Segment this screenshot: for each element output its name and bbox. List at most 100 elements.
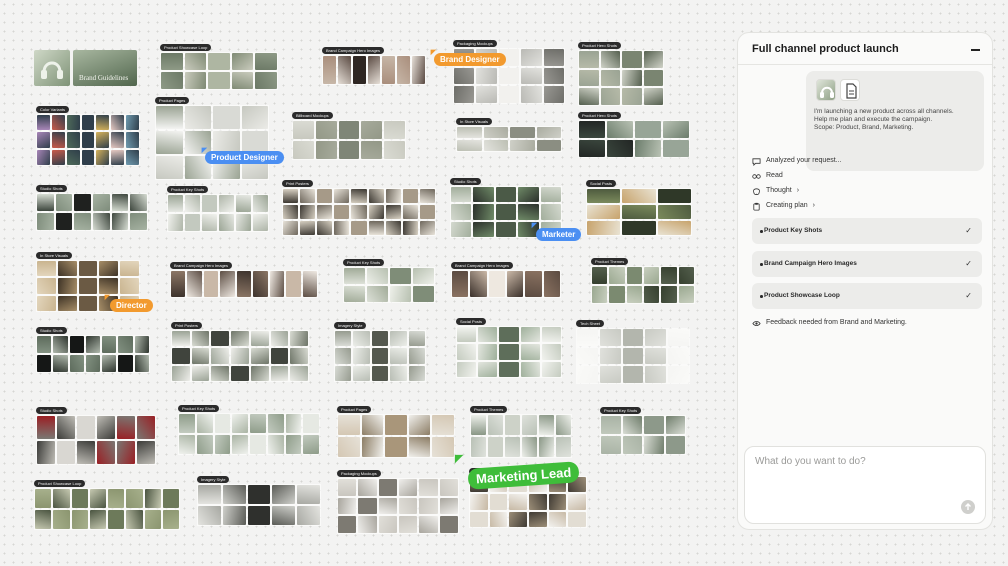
thumbnail[interactable] — [457, 140, 482, 151]
thumbnail[interactable] — [385, 437, 407, 457]
thumbnail[interactable] — [111, 115, 125, 131]
thumbnail[interactable] — [317, 221, 333, 235]
thumbnail[interactable] — [399, 479, 418, 496]
thumbnail[interactable] — [66, 115, 80, 131]
thumbnail[interactable] — [35, 510, 52, 529]
thumbnail[interactable] — [478, 327, 498, 343]
thumbnail[interactable] — [111, 149, 125, 165]
thumbnail[interactable] — [609, 286, 625, 303]
thumbnail[interactable] — [622, 88, 642, 105]
task-card-product-key-shots[interactable]: Product Key Shots ✓ — [752, 218, 982, 244]
thumbnail[interactable] — [293, 141, 314, 159]
thumbnail[interactable] — [134, 336, 149, 353]
thumbnail[interactable] — [37, 441, 55, 464]
canvas[interactable]: Brand Guidelines Product Showcase Loop Br… — [0, 0, 730, 566]
thumbnail[interactable] — [161, 53, 183, 70]
thumbnail[interactable] — [419, 479, 438, 496]
thumbnail[interactable] — [419, 205, 435, 219]
board-imagery-style[interactable]: Imagery Style — [334, 322, 426, 382]
thumbnail[interactable] — [53, 489, 70, 508]
thumbnail[interactable] — [439, 479, 458, 496]
thumbnail[interactable] — [488, 271, 505, 297]
thumbnail[interactable] — [520, 344, 540, 360]
thumbnail[interactable] — [385, 205, 401, 219]
thumbnail[interactable] — [476, 86, 497, 103]
thumbnail[interactable] — [137, 416, 155, 439]
board-brand-campaign-hero-images[interactable]: Brand Campaign Hero Images — [170, 262, 318, 298]
thumbnail[interactable] — [71, 510, 88, 529]
thumbnail[interactable] — [489, 511, 508, 527]
board-product-hero-shots[interactable]: Product Hero Shots — [578, 112, 690, 158]
send-button[interactable] — [961, 500, 975, 514]
board-in-store-visuals[interactable]: In Store Visuals — [456, 118, 562, 152]
thumbnail[interactable] — [156, 106, 183, 129]
thumbnail[interactable] — [126, 132, 139, 148]
thumbnail[interactable] — [643, 51, 663, 68]
thumbnail[interactable] — [661, 267, 677, 284]
thumbnail[interactable] — [334, 205, 350, 219]
thumbnail[interactable] — [390, 286, 411, 302]
thumbnail[interactable] — [635, 121, 661, 138]
thumbnail[interactable] — [283, 205, 299, 219]
thumbnail[interactable] — [250, 414, 266, 433]
status-thought[interactable]: Thought › — [752, 186, 799, 196]
thumbnail[interactable] — [117, 441, 135, 464]
thumbnail[interactable] — [253, 271, 268, 297]
thumbnail[interactable] — [335, 365, 352, 381]
thumbnail[interactable] — [162, 510, 179, 529]
thumbnail[interactable] — [126, 489, 143, 508]
thumbnail[interactable] — [144, 489, 161, 508]
thumbnail[interactable] — [399, 516, 418, 533]
thumbnail[interactable] — [78, 261, 98, 277]
thumbnail[interactable] — [134, 355, 149, 372]
thumbnail[interactable] — [37, 213, 54, 230]
board-color-variants[interactable]: Color Variants — [36, 106, 140, 166]
board-product-showcase-loop[interactable]: Product Showcase Loop — [160, 44, 278, 90]
thumbnail[interactable] — [543, 67, 564, 85]
thumbnail[interactable] — [509, 494, 527, 510]
thumbnail[interactable] — [408, 331, 425, 347]
thumbnail[interactable] — [507, 271, 524, 297]
thumbnail[interactable] — [577, 329, 598, 346]
thumbnail[interactable] — [120, 261, 139, 277]
thumbnail[interactable] — [371, 365, 389, 381]
board-brand-campaign-hero-images[interactable]: Brand Campaign Hero Images — [451, 262, 561, 298]
thumbnail[interactable] — [657, 205, 691, 219]
thumbnail[interactable] — [579, 140, 605, 157]
thumbnail[interactable] — [247, 485, 271, 504]
thumbnail[interactable] — [601, 436, 621, 454]
thumbnail[interactable] — [457, 127, 482, 138]
thumbnail[interactable] — [478, 361, 498, 377]
brand-guidelines-tile[interactable]: Brand Guidelines — [73, 50, 137, 86]
thumbnail[interactable] — [536, 127, 561, 138]
thumbnail[interactable] — [196, 435, 213, 454]
thumbnail[interactable] — [241, 106, 268, 129]
thumbnail[interactable] — [457, 361, 477, 377]
thumbnail[interactable] — [622, 189, 656, 203]
thumbnail[interactable] — [172, 348, 190, 364]
thumbnail[interactable] — [179, 435, 195, 454]
thumbnail[interactable] — [471, 437, 486, 457]
board-product-key-shots[interactable]: Product Key Shots — [167, 186, 269, 232]
thumbnail[interactable] — [579, 88, 599, 105]
thumbnail[interactable] — [290, 365, 308, 381]
thumbnail[interactable] — [208, 53, 230, 70]
thumbnail[interactable] — [587, 189, 621, 203]
thumbnail[interactable] — [541, 344, 561, 360]
thumbnail[interactable] — [37, 115, 50, 131]
thumbnail[interactable] — [315, 141, 337, 159]
thumbnail[interactable] — [522, 437, 537, 457]
thumbnail[interactable] — [297, 506, 320, 525]
thumbnail[interactable] — [300, 221, 316, 235]
thumbnail[interactable] — [470, 494, 488, 510]
thumbnail[interactable] — [198, 506, 221, 525]
thumbnail[interactable] — [144, 510, 161, 529]
thumbnail[interactable] — [521, 49, 542, 66]
thumbnail[interactable] — [283, 221, 299, 235]
thumbnail[interactable] — [126, 510, 143, 529]
thumbnail[interactable] — [478, 344, 498, 360]
thumbnail[interactable] — [255, 72, 277, 89]
thumbnail[interactable] — [250, 331, 269, 347]
thumbnail[interactable] — [168, 214, 183, 231]
thumbnail[interactable] — [250, 435, 266, 454]
